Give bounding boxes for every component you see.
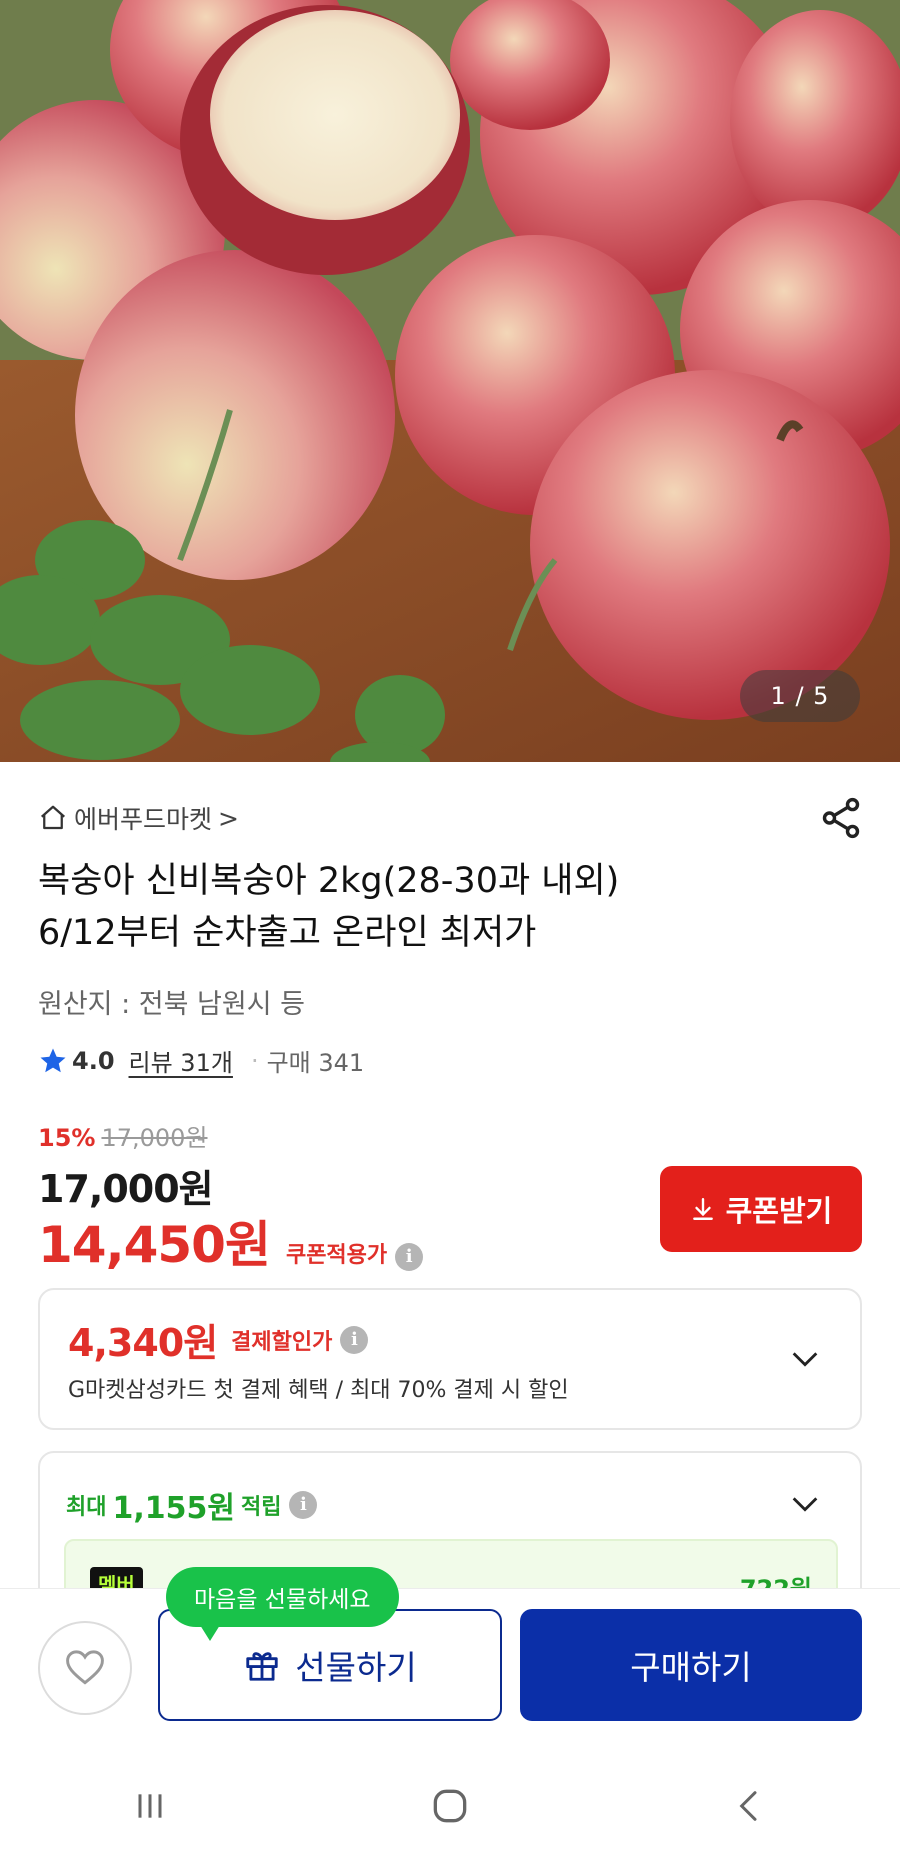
original-price: 17,000원: [101, 1124, 208, 1152]
info-icon[interactable]: i: [395, 1243, 424, 1271]
system-navigation-bar: [0, 1760, 900, 1852]
product-title-line2: 6/12부터 순차출고 온라인 최저가: [38, 913, 537, 953]
points-summary: 최대 1,155원 적립 i: [66, 1483, 318, 1527]
coupon-price-label: 쿠폰적용가: [285, 1243, 388, 1268]
card-discount-description: G마켓삼성카드 첫 결제 혜택 / 최대 70% 결제 시 할인: [68, 1378, 569, 1403]
card-discount-amount: 4,340원: [68, 1321, 218, 1365]
star-icon: [40, 1048, 66, 1072]
gift-tooltip: 마음을 선물하세요: [166, 1567, 399, 1641]
discount-row: 15% 17,000원: [38, 1118, 208, 1153]
purchase-count: 구매 341: [266, 1049, 365, 1077]
buy-button[interactable]: 구매하기: [520, 1609, 862, 1721]
coupon-download-button[interactable]: 쿠폰받기: [660, 1166, 862, 1252]
image-counter: 1 / 5: [740, 670, 860, 722]
points-suffix: 적립: [240, 1495, 282, 1520]
card-discount-amount-row: 4,340원 결제할인가 i: [68, 1312, 369, 1367]
seller-name: 에버푸드마켓: [74, 805, 213, 834]
home-icon: [38, 803, 68, 833]
download-icon: [692, 1198, 713, 1220]
product-origin: 원산지 : 전북 남원시 등: [38, 989, 305, 1020]
home-circle-icon: [433, 1789, 467, 1823]
product-title-line1: 복숭아 신비복숭아 2kg(28-30과 내외): [38, 861, 620, 901]
rating-score: 4.0: [72, 1046, 115, 1075]
back-icon: [739, 1791, 757, 1821]
coupon-button-label: 쿠폰받기: [725, 1194, 833, 1228]
product-title: 복숭아 신비복숭아 2kg(28-30과 내외) 6/12부터 순차출고 온라인…: [38, 855, 858, 959]
discount-percent: 15%: [38, 1124, 96, 1152]
product-image-gallery[interactable]: 1 / 5: [0, 0, 900, 762]
chevron-down-icon[interactable]: [788, 1487, 822, 1521]
coupon-price: 14,450원: [38, 1216, 271, 1274]
review-link[interactable]: 리뷰 31개: [129, 1043, 233, 1078]
wishlist-button[interactable]: [38, 1621, 132, 1715]
recent-apps-icon: [138, 1794, 162, 1818]
heart-icon: [66, 1650, 104, 1685]
back-button[interactable]: [720, 1776, 780, 1836]
recent-apps-button[interactable]: [120, 1776, 180, 1836]
chevron-down-icon[interactable]: [788, 1342, 822, 1376]
home-button[interactable]: [420, 1776, 480, 1836]
info-icon[interactable]: i: [340, 1325, 369, 1354]
coupon-price-row: 14,450원 쿠폰적용가 i: [38, 1205, 424, 1277]
card-discount-panel[interactable]: 4,340원 결제할인가 i G마켓삼성카드 첫 결제 혜택 / 최대 70% …: [38, 1288, 862, 1430]
separator-dot: ·: [250, 1046, 259, 1075]
rating-row: 4.0 리뷰 31개 · 구매 341: [38, 1043, 364, 1078]
points-amount: 1,155원: [112, 1491, 235, 1526]
seller-link[interactable]: 에버푸드마켓 >: [38, 798, 239, 838]
gift-button-label: 선물하기: [295, 1648, 417, 1687]
info-icon[interactable]: i: [289, 1491, 318, 1519]
buy-button-label: 구매하기: [630, 1648, 752, 1687]
peach-photo: [0, 0, 900, 762]
share-icon[interactable]: [818, 795, 864, 841]
points-prefix: 최대: [66, 1495, 107, 1520]
card-discount-label: 결제할인가: [231, 1329, 333, 1355]
gift-icon: [246, 1652, 278, 1681]
chevron-right-icon: >: [218, 803, 239, 833]
